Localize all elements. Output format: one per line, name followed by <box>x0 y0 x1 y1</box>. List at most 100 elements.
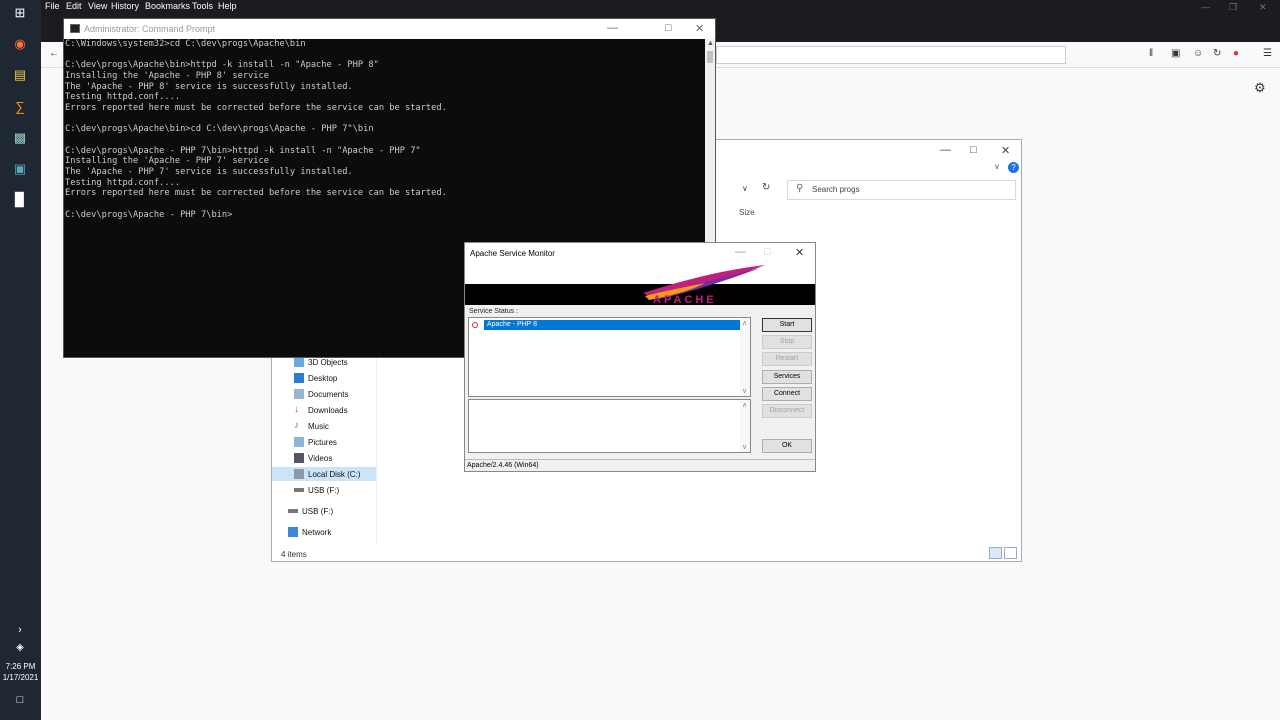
minimize-icon[interactable]: — <box>1201 2 1210 12</box>
network-status-icon[interactable]: ◈ <box>10 637 30 657</box>
browser-menubar: File Edit View History Bookmarks Tools H… <box>41 0 1280 14</box>
clock-time[interactable]: 7:26 PM <box>0 661 41 672</box>
windows-start-icon[interactable]: ⊞ <box>10 3 30 23</box>
menu-file[interactable]: File <box>45 1 60 11</box>
usb-drive-icon <box>294 488 304 492</box>
cmd-titlebar[interactable]: Administrator: Command Prompt — □ ✕ <box>64 19 715 39</box>
terminal-icon[interactable]: ▉ <box>10 190 30 210</box>
scroll-up-icon[interactable]: ∧ <box>742 319 747 327</box>
menu-help[interactable]: Help <box>218 1 237 11</box>
library-icon[interactable]: ‖ <box>1149 48 1153 59</box>
dropdown-chevron-icon[interactable]: ∨ <box>742 184 748 193</box>
services-button[interactable]: Services <box>762 370 812 384</box>
nav-item-network[interactable]: Network <box>288 525 331 539</box>
asm-title: Apache Service Monitor <box>470 249 555 258</box>
documents-icon <box>294 389 304 399</box>
menu-edit[interactable]: Edit <box>66 1 82 11</box>
connect-button[interactable]: Connect <box>762 387 812 401</box>
service-status-label: Service Status : <box>469 308 519 315</box>
apache-feather-logo: APACHE <box>643 265 771 305</box>
asm-titlebar[interactable]: Apache Service Monitor — □ ✕ <box>465 243 815 263</box>
service-list-scrollbar[interactable]: ∧ ∨ <box>740 318 750 396</box>
music-icon: ♪ <box>294 420 299 431</box>
console-line: Installing the 'Apache - PHP 7' service <box>65 156 269 167</box>
large-icons-view-icon[interactable] <box>1004 547 1017 559</box>
explorer-maximize-icon[interactable]: □ <box>970 144 977 156</box>
explorer-minimize-icon[interactable]: — <box>940 144 951 156</box>
notification-icon[interactable]: □ <box>10 690 30 710</box>
3d-objects-icon <box>294 357 304 367</box>
ribbon-expand-icon[interactable]: ∨ <box>994 162 1000 171</box>
nav-item-videos[interactable]: Videos <box>294 451 332 465</box>
cmd-maximize-icon[interactable]: □ <box>665 22 672 34</box>
explorer-close-icon[interactable]: ✕ <box>1001 144 1010 157</box>
restart-button: Restart <box>762 352 812 366</box>
help-icon[interactable]: ? <box>1008 162 1019 173</box>
service-list[interactable]: Apache - PHP 8 ∧ ∨ <box>468 317 751 397</box>
firefox-icon[interactable]: ◉ <box>10 34 30 54</box>
sync-icon[interactable]: ↻ <box>1213 48 1221 59</box>
status-log[interactable]: ∧ ∨ <box>468 399 751 453</box>
nav-item-documents[interactable]: Documents <box>294 387 348 401</box>
search-placeholder: Search progs <box>812 185 860 194</box>
menu-history[interactable]: History <box>111 1 139 11</box>
menu-view[interactable]: View <box>88 1 107 11</box>
console-line: C:\dev\progs\Apache\bin>httpd -k install… <box>65 60 379 71</box>
scroll-thumb[interactable] <box>707 51 713 63</box>
nav-item-downloads[interactable]: ↓ Downloads <box>294 403 348 417</box>
desktop-icon <box>294 373 304 383</box>
maximize-icon[interactable]: ❐ <box>1229 2 1237 13</box>
account-icon[interactable]: ☺ <box>1193 48 1203 59</box>
close-icon[interactable]: ✕ <box>1259 2 1267 13</box>
back-icon[interactable]: ← <box>49 48 59 59</box>
scroll-up-icon[interactable]: ▲ <box>707 40 714 47</box>
menu-bookmarks[interactable]: Bookmarks <box>145 1 190 11</box>
nav-item-usb-f-root[interactable]: USB (F:) <box>288 504 333 518</box>
sidebar-icon[interactable]: ▣ <box>1171 48 1180 59</box>
search-input[interactable]: ⚲ Search progs <box>787 180 1016 200</box>
gear-icon[interactable]: ⚙ <box>1254 80 1266 96</box>
sublime-icon[interactable]: ∑ <box>10 96 30 116</box>
start-button[interactable]: Start <box>762 318 812 332</box>
asm-maximize-icon: □ <box>764 246 771 258</box>
scroll-down-icon[interactable]: ∨ <box>742 443 747 451</box>
service-name[interactable]: Apache - PHP 8 <box>484 320 742 330</box>
printer-icon[interactable]: ▩ <box>10 128 30 148</box>
scroll-down-icon[interactable]: ∨ <box>742 387 747 395</box>
service-stopped-icon <box>472 322 478 328</box>
extension-icon[interactable]: ● <box>1233 48 1239 59</box>
apache-service-monitor-window: Apache Service Monitor — □ ✕ APACHE Serv… <box>464 242 816 472</box>
nav-item-usb-f[interactable]: USB (F:) <box>294 483 339 497</box>
usb-drive-icon <box>288 509 298 513</box>
cmd-close-icon[interactable]: ✕ <box>695 22 704 35</box>
asm-minimize-icon[interactable]: — <box>735 246 746 258</box>
console-line: C:\dev\progs\Apache - PHP 7\bin> <box>65 209 233 220</box>
ok-button[interactable]: OK <box>762 439 812 453</box>
service-row[interactable]: Apache - PHP 8 <box>472 320 742 330</box>
pictures-icon <box>294 437 304 447</box>
details-view-icon[interactable] <box>989 547 1002 559</box>
nav-item-pictures[interactable]: Pictures <box>294 435 337 449</box>
display-icon[interactable]: ▣ <box>10 159 30 179</box>
url-bar[interactable] <box>716 46 1066 64</box>
nav-item-desktop[interactable]: Desktop <box>294 371 337 385</box>
refresh-icon[interactable]: ↻ <box>762 182 770 193</box>
console-line: Testing httpd.conf.... <box>65 92 181 103</box>
hamburger-menu-icon[interactable]: ☰ <box>1263 48 1272 59</box>
asm-close-icon[interactable]: ✕ <box>795 246 804 259</box>
console-line: Errors reported here must be corrected b… <box>65 188 447 199</box>
console-line: The 'Apache - PHP 7' service is successf… <box>65 166 353 177</box>
status-log-scrollbar[interactable]: ∧ ∨ <box>740 400 750 452</box>
nav-item-local-disk[interactable]: Local Disk (C:) <box>272 467 376 481</box>
scroll-up-icon[interactable]: ∧ <box>742 401 747 409</box>
taskbar: ⊞ ◉ ▤ ∑ ▩ ▣ ▉ › ◈ 7:26 PM 1/17/2021 □ <box>0 0 41 720</box>
cmd-minimize-icon[interactable]: — <box>607 22 618 34</box>
folder-icon[interactable]: ▤ <box>10 65 30 85</box>
console-line: Errors reported here must be corrected b… <box>65 102 447 113</box>
menu-tools[interactable]: Tools <box>192 1 213 11</box>
nav-item-music[interactable]: ♪ Music <box>294 419 329 433</box>
column-header-size[interactable]: Size <box>739 208 755 217</box>
clock-date[interactable]: 1/17/2021 <box>0 672 41 683</box>
